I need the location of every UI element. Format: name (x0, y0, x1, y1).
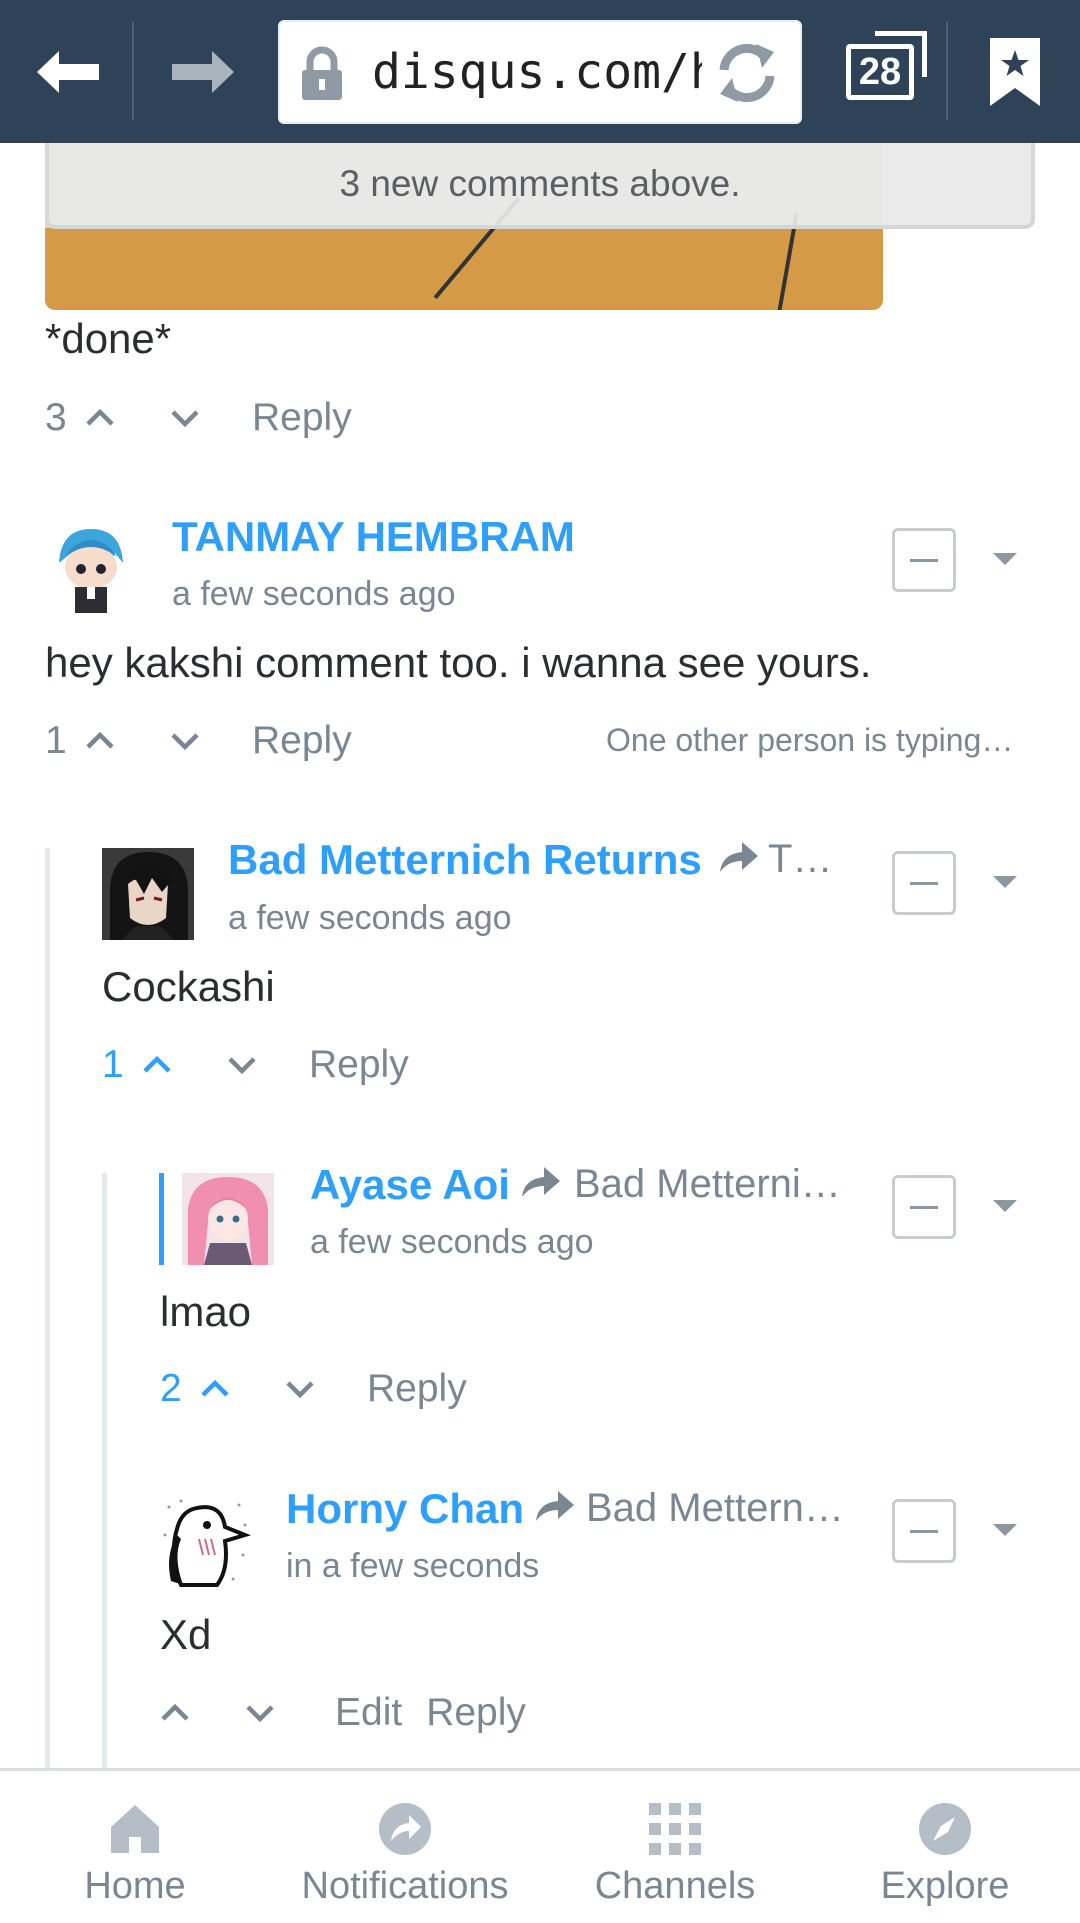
thread-line (45, 848, 50, 1768)
lock-icon (302, 46, 342, 100)
downvote-icon[interactable] (245, 1698, 275, 1728)
comment-actions: Edit Reply (160, 1683, 526, 1743)
comment-body: Xd (160, 1611, 212, 1658)
avatar[interactable] (102, 848, 194, 940)
nav-explore[interactable]: Explore (860, 1771, 1030, 1923)
upvote-icon[interactable] (142, 1050, 172, 1080)
toolbar-divider (946, 22, 948, 120)
upvote-icon[interactable] (85, 726, 115, 756)
downvote-icon[interactable] (285, 1374, 315, 1404)
comment-author[interactable]: Bad Metternich Returns (228, 836, 702, 884)
comment-author[interactable]: Ayase Aoi (310, 1161, 510, 1209)
reply-arrow-icon (536, 1491, 574, 1521)
new-comment-marker (159, 1173, 164, 1265)
comment-timestamp[interactable]: in a few seconds (286, 1547, 539, 1586)
url-text: disqus.com/ho (372, 44, 702, 100)
avatar[interactable] (182, 1173, 274, 1265)
address-bar[interactable]: disqus.com/ho (278, 20, 802, 124)
edit-button[interactable]: Edit (335, 1691, 402, 1735)
thread-line (102, 1173, 107, 1768)
reply-button[interactable]: Reply (309, 1043, 409, 1087)
bookmark-button[interactable] (965, 0, 1065, 143)
nav-label: Explore (880, 1865, 1010, 1907)
reply-to-author[interactable]: T… (768, 837, 828, 882)
reply-arrow-icon (720, 842, 758, 872)
home-icon (111, 1805, 159, 1853)
comment-timestamp[interactable]: a few seconds ago (228, 899, 512, 938)
comment-body: Cockashi (102, 963, 275, 1010)
explore-icon (919, 1803, 971, 1855)
comment-body: hey kakshi comment too. i wanna see your… (45, 639, 872, 686)
reply-button[interactable]: Reply (252, 396, 352, 440)
new-comments-banner[interactable]: 3 new comments above. (45, 143, 1035, 229)
typing-indicator: One other person is typing… (606, 722, 1014, 758)
vote-count: 1 (45, 719, 67, 762)
refresh-icon[interactable] (712, 40, 782, 106)
nav-label: Notifications (301, 1865, 509, 1907)
reply-to-author[interactable]: Bad Mettern… (586, 1486, 842, 1531)
back-button[interactable] (20, 0, 115, 143)
comment-author[interactable]: Horny Chan (286, 1485, 524, 1533)
avatar[interactable] (45, 523, 137, 615)
comment-actions: 1 Reply (102, 1035, 409, 1095)
forward-button[interactable] (155, 0, 250, 143)
downvote-icon[interactable] (170, 726, 200, 756)
comment-actions: 2 Reply (160, 1359, 467, 1419)
comment-body: lmao (160, 1288, 252, 1335)
comment-author[interactable]: TANMAY HEMBRAM (172, 513, 575, 561)
reply-button[interactable]: Reply (426, 1691, 526, 1735)
collapse-button[interactable] (892, 528, 956, 592)
nav-label: Channels (594, 1865, 756, 1907)
reply-button[interactable]: Reply (252, 719, 352, 763)
reply-button[interactable]: Reply (367, 1367, 467, 1411)
collapse-button[interactable] (892, 1499, 956, 1563)
nav-notifications[interactable]: Notifications (285, 1771, 525, 1923)
avatar[interactable] (159, 1495, 251, 1587)
upvote-icon[interactable] (160, 1698, 190, 1728)
channels-icon (649, 1803, 701, 1855)
collapse-button[interactable] (892, 851, 956, 915)
upvote-icon[interactable] (85, 403, 115, 433)
collapse-button[interactable] (892, 1175, 956, 1239)
menu-caret-icon[interactable] (993, 1200, 1017, 1212)
tab-count: 28 (858, 51, 902, 93)
comment-timestamp[interactable]: a few seconds ago (310, 1223, 594, 1262)
upvote-icon[interactable] (200, 1374, 230, 1404)
bottom-navigation: Home Notifications Channels Explore (0, 1768, 1080, 1923)
comment-timestamp[interactable]: a few seconds ago (172, 575, 456, 614)
notifications-icon (379, 1803, 431, 1855)
reply-arrow-icon (522, 1167, 560, 1197)
vote-count: 2 (160, 1367, 182, 1410)
comment-actions: 3 Reply (45, 388, 352, 448)
menu-caret-icon[interactable] (993, 553, 1017, 565)
forward-arrow-icon (171, 50, 234, 93)
vote-count: 3 (45, 396, 67, 439)
bookmark-icon (990, 37, 1040, 106)
downvote-icon[interactable] (170, 403, 200, 433)
back-arrow-icon (36, 50, 99, 93)
vote-count: 1 (102, 1043, 124, 1086)
comment-actions: 1 Reply (45, 711, 352, 771)
browser-toolbar: disqus.com/ho 28 (0, 0, 1080, 143)
nav-label: Home (84, 1865, 186, 1907)
comment-body: *done* (45, 315, 172, 362)
nav-home[interactable]: Home (60, 1771, 210, 1923)
tabs-button[interactable]: 28 (830, 0, 940, 143)
downvote-icon[interactable] (227, 1050, 257, 1080)
reply-to-author[interactable]: Bad Metterni… (574, 1162, 842, 1207)
toolbar-divider (132, 22, 134, 120)
comments-feed: 3 new comments above. *done* 3 Reply TAN… (0, 143, 1080, 1768)
nav-channels[interactable]: Channels (580, 1771, 770, 1923)
menu-caret-icon[interactable] (993, 876, 1017, 888)
tabs-icon: 28 (846, 31, 927, 100)
menu-caret-icon[interactable] (993, 1524, 1017, 1536)
